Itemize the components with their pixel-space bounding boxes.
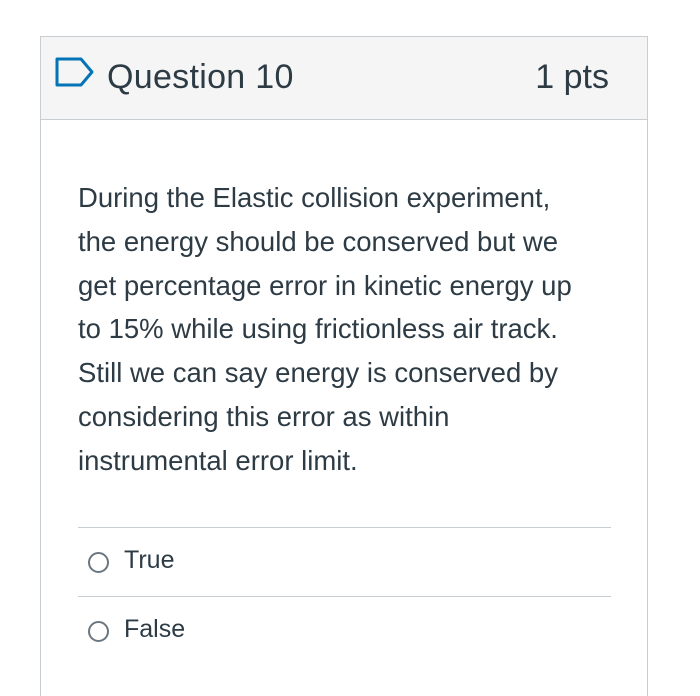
question-title: Question 10 [107, 58, 294, 96]
answer-option-false[interactable]: False [78, 595, 611, 665]
answer-label[interactable]: False [124, 615, 185, 644]
question-body: During the Elastic collision experiment,… [41, 176, 647, 665]
question-header: Question 10 1 pts [41, 37, 647, 120]
radio-button[interactable] [88, 551, 109, 573]
radio-button[interactable] [88, 620, 109, 642]
question-points: 1 pts [535, 58, 609, 96]
bookmark-flag-icon[interactable] [55, 57, 95, 87]
question-text: During the Elastic collision experiment,… [78, 182, 572, 476]
question-card: Question 10 1 pts During the Elastic col… [40, 36, 648, 696]
answer-list: True False [78, 526, 611, 665]
answer-label[interactable]: True [124, 546, 174, 575]
answer-option-true[interactable]: True [78, 526, 611, 596]
